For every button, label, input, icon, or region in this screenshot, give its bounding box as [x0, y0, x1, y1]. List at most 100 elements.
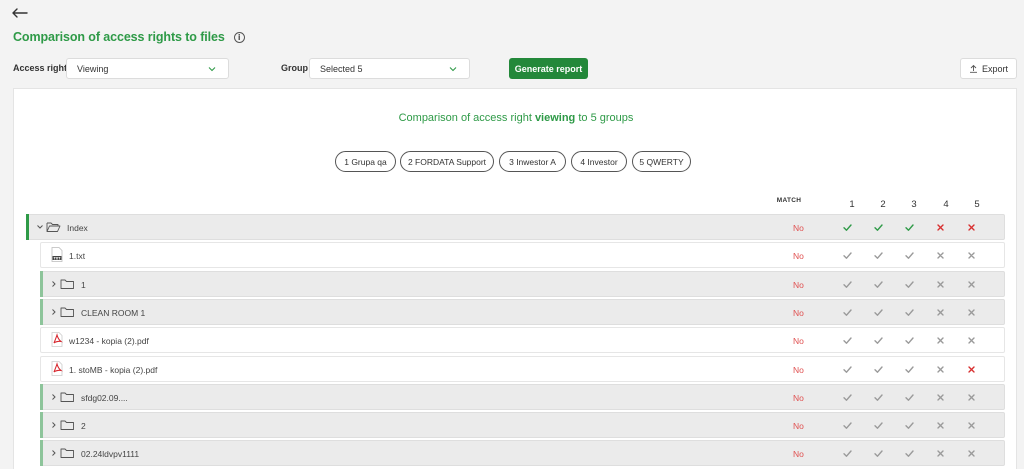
cross-icon — [968, 450, 975, 457]
check-icon — [843, 337, 852, 344]
check-icon — [905, 224, 914, 231]
svg-text:TXT: TXT — [54, 256, 62, 260]
row-name: sfdg02.09.... — [81, 393, 128, 403]
group-chip-3[interactable]: 3 Inwestor A — [499, 151, 566, 172]
folder-icon — [60, 448, 74, 458]
info-icon[interactable]: i — [233, 31, 245, 43]
chevron-right-icon[interactable] — [50, 308, 58, 316]
match-header: MATCH — [776, 197, 802, 204]
cross-icon — [937, 281, 944, 288]
check-icon — [843, 224, 852, 231]
row-indicator — [40, 271, 43, 297]
export-button[interactable]: Export — [960, 58, 1017, 79]
check-icon — [905, 422, 914, 429]
folder-row[interactable]: sfdg02.09.... No — [40, 384, 1005, 410]
chevron-right-icon[interactable] — [50, 393, 58, 401]
cross-icon — [937, 394, 944, 401]
row-indicator — [26, 214, 29, 240]
upload-icon — [969, 64, 977, 73]
group-chip-1[interactable]: 1 Grupa qa — [335, 151, 396, 172]
access-right-select[interactable]: Viewing — [66, 58, 229, 79]
folder-icon — [60, 279, 74, 289]
row-indicator — [40, 384, 43, 410]
folder-row[interactable]: Index No — [26, 214, 1005, 240]
chevron-right-icon[interactable] — [50, 449, 58, 457]
chevron-right-icon[interactable] — [50, 421, 58, 429]
check-icon — [843, 422, 852, 429]
column-header-1: 1 — [849, 199, 855, 210]
check-icon — [843, 309, 852, 316]
cross-icon — [937, 422, 944, 429]
check-icon — [905, 394, 914, 401]
cross-icon — [937, 337, 944, 344]
check-icon — [905, 252, 914, 259]
row-name: w1234 - kopia (2).pdf — [69, 336, 149, 346]
check-icon — [905, 337, 914, 344]
check-icon — [905, 309, 914, 316]
column-header-4: 4 — [943, 199, 949, 210]
row-indicator — [40, 412, 43, 438]
chevron-down-icon[interactable] — [36, 223, 44, 231]
folder-row[interactable]: CLEAN ROOM 1 No — [40, 299, 1005, 325]
cross-icon — [937, 224, 944, 231]
group-label: Group — [281, 63, 308, 73]
access-right-label: Access right — [13, 63, 68, 73]
comparison-title-prefix: Comparison of access right — [398, 112, 532, 124]
row-name: Index — [67, 223, 88, 233]
row-name: 1. stoMB - kopia (2).pdf — [69, 365, 158, 375]
file-row[interactable]: 1. stoMB - kopia (2).pdf No — [40, 356, 1005, 382]
check-icon — [874, 224, 883, 231]
group-chip-4[interactable]: 4 Investor — [571, 151, 627, 172]
group-select[interactable]: Selected 5 — [309, 58, 470, 79]
folder-open-icon — [46, 222, 61, 232]
access-right-value: Viewing — [77, 63, 109, 74]
match-value: No — [793, 449, 804, 459]
folder-icon — [60, 420, 74, 430]
row-indicator — [40, 440, 43, 466]
comparison-title: Comparison of access right viewing to 5 … — [14, 112, 1018, 124]
folder-icon — [60, 307, 74, 317]
column-header-5: 5 — [974, 199, 980, 210]
comparison-title-right: viewing — [534, 112, 576, 124]
check-icon — [843, 366, 852, 373]
check-icon — [874, 366, 883, 373]
check-icon — [874, 422, 883, 429]
group-chip-2[interactable]: 2 FORDATA Support — [400, 151, 494, 172]
cross-icon — [968, 366, 975, 373]
column-header-2: 2 — [880, 199, 886, 210]
cross-icon — [937, 252, 944, 259]
column-header-3: 3 — [911, 199, 917, 210]
comparison-title-suffix: to 5 groups — [578, 112, 634, 124]
folder-row[interactable]: 02.24ldvpv1111 No — [40, 440, 1005, 466]
chevron-right-icon[interactable] — [50, 280, 58, 288]
cross-icon — [968, 281, 975, 288]
group-chip-5[interactable]: 5 QWERTY — [632, 151, 691, 172]
file-row[interactable]: w1234 - kopia (2).pdf No — [40, 327, 1005, 353]
cross-icon — [937, 450, 944, 457]
cross-icon — [968, 422, 975, 429]
chevron-down-icon — [449, 67, 457, 72]
match-value: No — [793, 336, 804, 346]
check-icon — [874, 252, 883, 259]
generate-report-button[interactable]: Generate report — [509, 58, 588, 79]
arrow-left-icon[interactable] — [11, 4, 29, 22]
row-name: 2 — [81, 421, 86, 431]
check-icon — [905, 366, 914, 373]
pdf-file-icon — [51, 332, 63, 347]
cross-icon — [937, 366, 944, 373]
title-row: Comparison of access rights to files i — [13, 30, 245, 44]
folder-row[interactable]: 1 No — [40, 271, 1005, 297]
chevron-down-icon — [208, 67, 216, 72]
group-value: Selected 5 — [320, 63, 363, 74]
row-name: 1 — [81, 280, 86, 290]
file-row[interactable]: TXT 1.txt No — [40, 242, 1005, 268]
folder-row[interactable]: 2 No — [40, 412, 1005, 438]
match-value: No — [793, 393, 804, 403]
row-name: 02.24ldvpv1111 — [81, 449, 140, 459]
check-icon — [843, 252, 852, 259]
match-value: No — [793, 223, 804, 233]
check-icon — [905, 450, 914, 457]
export-label: Export — [981, 63, 1008, 74]
check-icon — [874, 281, 883, 288]
check-icon — [874, 450, 883, 457]
